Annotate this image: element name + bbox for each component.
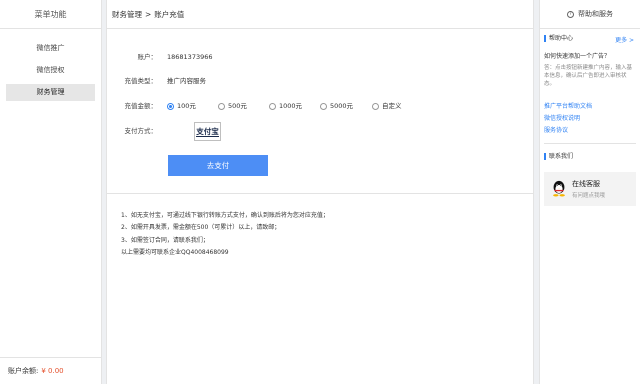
help-link-docs[interactable]: 推广平台帮助文档 (544, 101, 592, 110)
customer-service-title: 在线客服 (572, 180, 600, 188)
recharge-amount-label: 充值金额： (124, 102, 158, 110)
radio-icon (269, 102, 276, 110)
sidebar-item-wechat-authorization[interactable]: 微信授权 (6, 62, 95, 79)
alipay-logo: 支付宝 (196, 126, 219, 137)
note-line: 以上需要均可联系企业QQ4008468099 (121, 249, 229, 257)
recharge-notes: 1、如无支付宝，可通过线下银行转账方式支付，确认到账后将为您对应充值； 2、如需… (121, 210, 329, 260)
amount-option-label: 1000元 (279, 102, 303, 110)
faq-answer: 答：点击按钮新建推广内容，输入基本信息，确认后广告即进入审核状态。 (544, 65, 633, 87)
amount-option-label: 100元 (177, 102, 196, 110)
account-label: 账户： (137, 53, 158, 61)
breadcrumb-parent[interactable]: 财务管理 (112, 10, 142, 19)
radio-icon (320, 102, 327, 110)
faq-question[interactable]: 如何快速添加一个广告？ (544, 51, 636, 60)
customer-service-subtitle: 有问题点我哦 (572, 193, 606, 199)
customer-service-text: 在线客服 有问题点我哦 (572, 179, 605, 199)
help-title: 帮助和服务 (578, 9, 613, 18)
alipay-option[interactable]: 支付宝 (194, 122, 221, 141)
pay-button[interactable]: 去支付 (168, 155, 268, 176)
amount-option-label: 5000元 (330, 102, 354, 110)
contact-title: 联系我们 (544, 153, 573, 160)
amount-option-label: 500元 (228, 102, 247, 110)
amount-option-custom[interactable]: 自定义 (372, 99, 424, 113)
sidebar: 菜单功能 微信推广 微信授权 财务管理 账户余额: ¥ 0.00 (0, 0, 102, 384)
help-divider (544, 143, 636, 144)
amount-option-label: 自定义 (382, 102, 402, 110)
qq-penguin-icon (553, 180, 565, 197)
help-link-agreement[interactable]: 服务协议 (544, 125, 568, 134)
account-balance: 账户余额: ¥ 0.00 (0, 357, 102, 384)
info-icon: ? (567, 10, 574, 18)
note-line: 3、如需签订合同，请联系我们； (121, 236, 209, 244)
radio-checked-icon (167, 102, 174, 110)
recharge-type-label: 充值类型： (124, 77, 158, 85)
help-center-title: 帮助中心 (544, 35, 573, 42)
recharge-type-value: 推广内容服务 (167, 77, 206, 85)
balance-value: ¥ 0.00 (41, 367, 64, 375)
breadcrumb-separator: > (145, 10, 152, 19)
help-link-authorization[interactable]: 微信授权说明 (544, 113, 580, 122)
note-line: 2、如需开具发票，需金额在500（可累计）以上，请致邮； (121, 224, 281, 232)
note-line: 1、如无支付宝，可通过线下银行转账方式支付，确认到账后将为您对应充值； (121, 212, 329, 219)
section-divider (107, 193, 533, 194)
amount-option-500[interactable]: 500元 (218, 99, 269, 113)
recharge-amount-row: 充值金额： 100元 500元 1000元 5000元 自定义 (107, 99, 507, 113)
amount-option-100[interactable]: 100元 (167, 99, 218, 113)
sidebar-item-wechat-promotion[interactable]: 微信推广 (6, 40, 95, 57)
help-panel: ? 帮助和服务 帮助中心 更多 > 如何快速添加一个广告？ 答：点击按钮新建推广… (539, 0, 640, 384)
account-value: 18681373966 (167, 53, 213, 61)
breadcrumb-current: 账户充值 (154, 10, 185, 19)
amount-radio-group: 100元 500元 1000元 5000元 自定义 (167, 99, 424, 113)
main-panel: 财务管理 > 账户充值 账户： 18681373966 充值类型： 推广内容服务 充… (106, 0, 534, 384)
amount-option-5000[interactable]: 5000元 (320, 99, 372, 113)
breadcrumb: 财务管理 > 账户充值 (107, 0, 533, 29)
sidebar-title: 菜单功能 (0, 0, 101, 29)
radio-icon (218, 102, 225, 110)
sidebar-item-finance[interactable]: 财务管理 (6, 84, 95, 101)
help-header: ? 帮助和服务 (540, 0, 640, 29)
payment-method-label: 支付方式： (124, 127, 158, 135)
more-link[interactable]: 更多 > (615, 35, 634, 44)
balance-label: 账户余额: (8, 367, 39, 375)
amount-option-1000[interactable]: 1000元 (269, 99, 320, 113)
radio-icon (372, 102, 379, 110)
online-customer-service[interactable]: 在线客服 有问题点我哦 (544, 172, 636, 206)
